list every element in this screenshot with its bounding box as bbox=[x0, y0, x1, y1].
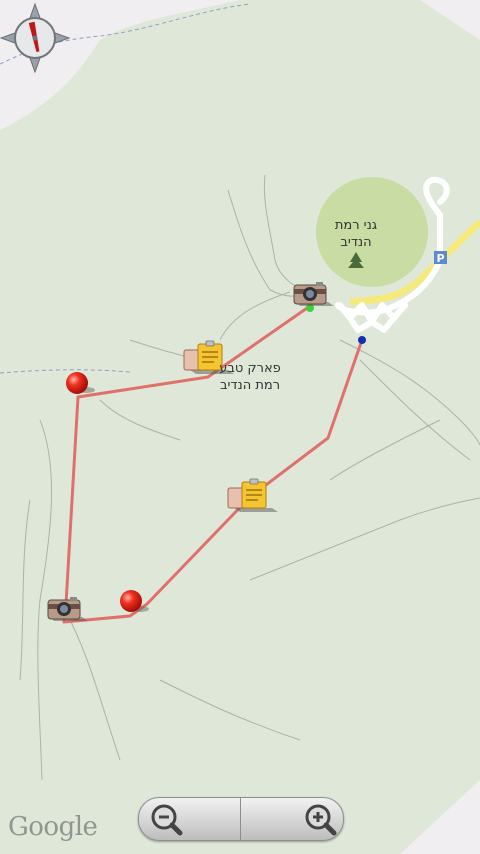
end-point-marker[interactable] bbox=[358, 336, 366, 344]
gardens-label: גני רמת הנדיב bbox=[318, 217, 394, 251]
zoom-in-icon bbox=[305, 804, 337, 836]
zoom-out-button[interactable] bbox=[139, 798, 241, 840]
park-label-line1: פארק טבע bbox=[219, 361, 281, 376]
gardens-label-line2: הנדיב bbox=[340, 235, 372, 250]
zoom-in-button[interactable] bbox=[242, 798, 343, 840]
park-label: פארק טבע רמת הנדיב bbox=[204, 360, 296, 394]
zoom-control bbox=[138, 797, 344, 841]
zoom-out-icon bbox=[151, 804, 183, 836]
map-canvas[interactable]: P bbox=[0, 0, 480, 854]
google-attribution: Google bbox=[8, 812, 98, 842]
gardens-label-line1: גני רמת bbox=[334, 218, 378, 233]
park-label-line2: רמת הנדיב bbox=[219, 378, 281, 393]
svg-text:P: P bbox=[436, 252, 444, 265]
